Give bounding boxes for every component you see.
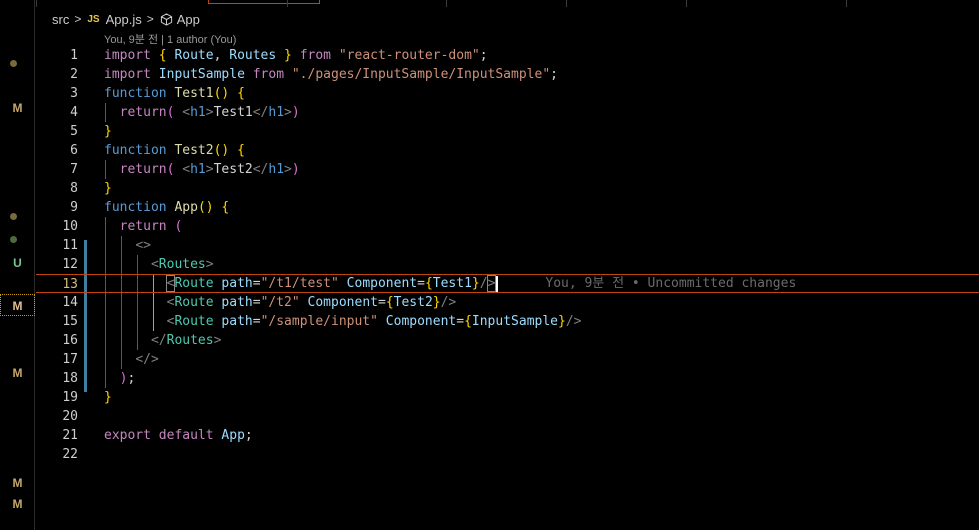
code-text: );: [119, 371, 136, 386]
line-number: 18: [62, 371, 78, 386]
line-number: 17: [62, 352, 78, 367]
line-number: 13: [62, 277, 78, 292]
line-number: 15: [62, 314, 78, 329]
tab-separator: [846, 0, 847, 7]
inline-blame: You, 9분 전 • Uncommitted changes: [545, 276, 797, 291]
code-line[interactable]: 21 export default App;: [36, 426, 979, 445]
modified-marker[interactable]: M: [0, 101, 35, 115]
modified-marker[interactable]: M: [0, 366, 35, 380]
modified-marker[interactable]: M: [0, 299, 35, 313]
line-number: 7: [70, 162, 78, 177]
line-number: 12: [62, 257, 78, 272]
text-cursor: [496, 275, 499, 292]
code-text: import InputSample from "./pages/InputSa…: [104, 67, 558, 82]
code-text: return( <h1>Test1</h1>): [119, 105, 300, 120]
line-number: 16: [62, 333, 78, 348]
modified-marker[interactable]: M: [0, 497, 35, 511]
chevron-right-icon: >: [74, 12, 82, 26]
code-line[interactable]: 11 <>: [36, 236, 979, 255]
code-line[interactable]: 12 <Routes>: [36, 255, 979, 274]
code-line[interactable]: 15 <Route path="/sample/input" Component…: [36, 312, 979, 331]
code-text: function App() {: [104, 200, 230, 215]
code-line[interactable]: 18 );: [36, 369, 979, 388]
code-text: </Routes>: [150, 333, 222, 348]
code-text: }: [104, 390, 112, 405]
code-text: <>: [135, 238, 151, 253]
dot-icon: [10, 60, 17, 67]
code-line[interactable]: 2 import InputSample from "./pages/Input…: [36, 65, 979, 84]
code-text: export default App;: [104, 428, 253, 443]
modified-marker[interactable]: M: [0, 476, 35, 490]
code-text: function Test2() {: [104, 143, 245, 158]
line-number: 1: [70, 48, 78, 63]
code-line-current[interactable]: 13 <Route path="/t1/test" Component={Tes…: [36, 274, 979, 293]
code-text: }: [104, 124, 112, 139]
line-number: 21: [62, 428, 78, 443]
code-line[interactable]: 5 }: [36, 122, 979, 141]
breadcrumb: src > JS App.js > App: [52, 10, 200, 28]
line-number: 10: [62, 219, 78, 234]
symbol-method-icon: [160, 12, 172, 26]
line-number: 14: [62, 295, 78, 310]
code-text: <Route path="/sample/input" Component={I…: [166, 314, 582, 329]
code-line[interactable]: 16 </Routes>: [36, 331, 979, 350]
dot-icon: [10, 236, 17, 243]
code-text: import { Route, Routes } from "react-rou…: [104, 48, 488, 63]
line-number: 8: [70, 181, 78, 196]
code-line[interactable]: 4 return( <h1>Test1</h1>): [36, 103, 979, 122]
code-line[interactable]: 10 return (: [36, 217, 979, 236]
javascript-file-icon: JS: [87, 13, 100, 25]
code-line[interactable]: 8 }: [36, 179, 979, 198]
tab-separator: [446, 0, 447, 7]
code-line[interactable]: 14 <Route path="/t2" Component={Test2}/>: [36, 293, 979, 312]
code-line[interactable]: 1 import { Route, Routes } from "react-r…: [36, 46, 979, 65]
line-number: 6: [70, 143, 78, 158]
scm-gutter-panel: M U M M M M: [0, 0, 35, 530]
tab-separator: [36, 0, 37, 7]
line-number: 2: [70, 67, 78, 82]
code-text: function Test1() {: [104, 86, 245, 101]
code-line[interactable]: 9 function App() {: [36, 198, 979, 217]
active-tab-indicator[interactable]: [208, 0, 320, 4]
dot-icon: [10, 213, 17, 220]
line-number: 22: [62, 447, 78, 462]
code-line[interactable]: 6 function Test2() {: [36, 141, 979, 160]
line-number: 9: [70, 200, 78, 215]
chevron-right-icon: >: [146, 12, 154, 26]
tab-separator: [287, 0, 288, 7]
code-text: <Route path="/t1/test" Component={Test1}…: [165, 275, 797, 292]
line-number: 11: [62, 238, 78, 253]
code-text: }: [104, 181, 112, 196]
code-line[interactable]: 19 }: [36, 388, 979, 407]
breadcrumb-file[interactable]: App.js: [106, 12, 142, 27]
line-number: 20: [62, 409, 78, 424]
code-line[interactable]: 3 function Test1() {: [36, 84, 979, 103]
code-text: <Routes>: [150, 257, 214, 272]
code-line[interactable]: 22: [36, 445, 979, 464]
code-text: </>: [135, 352, 159, 367]
code-text: return (: [119, 219, 183, 234]
code-line[interactable]: 17 </>: [36, 350, 979, 369]
breadcrumb-symbol[interactable]: App: [177, 12, 200, 27]
tab-strip: [36, 0, 979, 7]
code-editor[interactable]: You, 9분 전 | 1 author (You) 1 import { Ro…: [36, 28, 979, 530]
code-text: <Route path="/t2" Component={Test2}/>: [166, 295, 457, 310]
codelens-blame[interactable]: You, 9분 전 | 1 author (You): [104, 31, 236, 47]
code-line[interactable]: 7 return( <h1>Test2</h1>): [36, 160, 979, 179]
line-number: 4: [70, 105, 78, 120]
line-number: 3: [70, 86, 78, 101]
breadcrumb-folder[interactable]: src: [52, 12, 69, 27]
line-number: 19: [62, 390, 78, 405]
tab-separator: [566, 0, 567, 7]
code-line[interactable]: 20: [36, 407, 979, 426]
untracked-marker[interactable]: U: [0, 256, 35, 270]
line-number: 5: [70, 124, 78, 139]
code-text: return( <h1>Test2</h1>): [119, 162, 300, 177]
tab-separator: [686, 0, 687, 7]
